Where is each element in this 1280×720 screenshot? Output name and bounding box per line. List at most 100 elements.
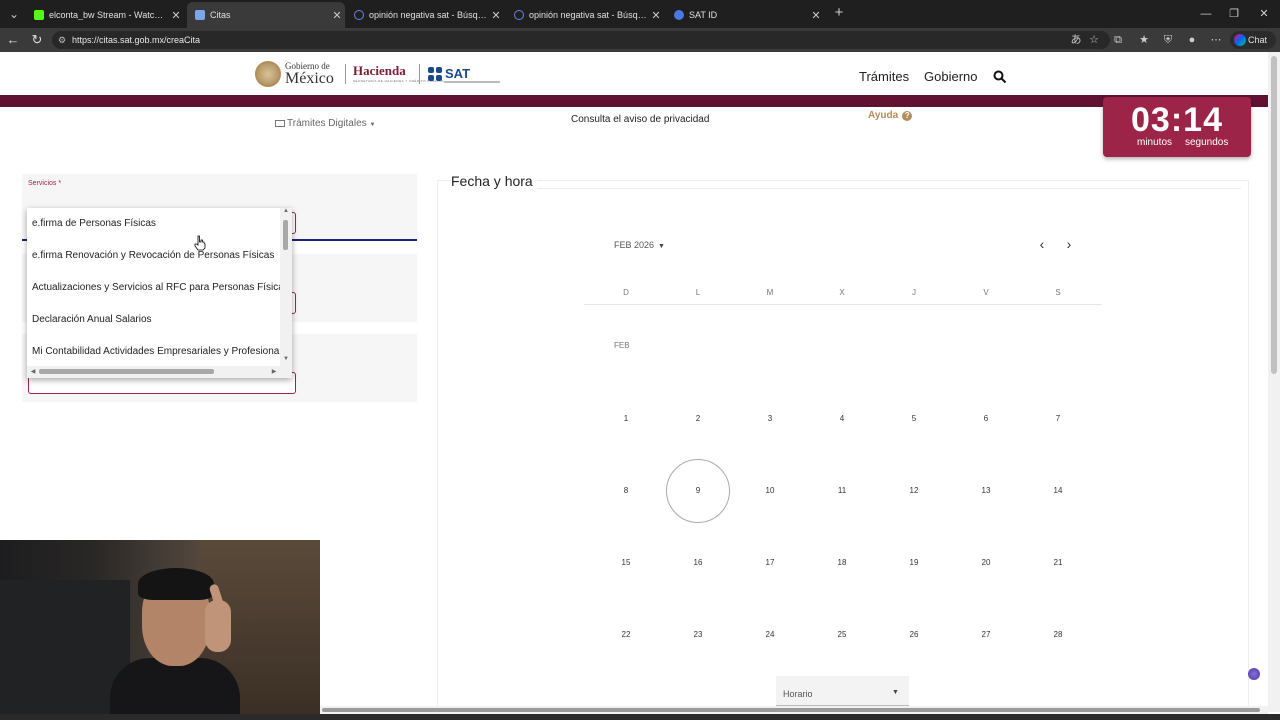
dropdown-option[interactable]: Declaración Anual Salarios <box>32 314 282 325</box>
scrollbar-thumb[interactable] <box>1271 56 1277 374</box>
calendar-day[interactable]: 1 <box>611 414 641 423</box>
monitor-icon <box>275 119 285 127</box>
close-tab-icon[interactable]: ✕ <box>648 9 664 22</box>
calendar-day[interactable]: 16 <box>683 558 713 567</box>
servicios-dropdown-list[interactable]: e.firma de Personas Físicas e.firma Reno… <box>27 208 292 378</box>
reload-icon[interactable]: ↻ <box>28 31 46 49</box>
calendar-day[interactable]: 27 <box>971 630 1001 639</box>
address-bar-row: ← ↻ ⚙ https://citas.sat.gob.mx/creaCita … <box>0 28 1280 52</box>
hacienda-logo[interactable]: Hacienda <box>353 63 406 79</box>
calendar-day[interactable]: 15 <box>611 558 641 567</box>
extensions-icon[interactable]: ⧉ <box>1110 32 1126 48</box>
tab-search-icon[interactable]: ⌄ <box>4 4 24 24</box>
calendar-day[interactable]: 24 <box>755 630 785 639</box>
nav-gobierno[interactable]: Gobierno <box>924 69 977 84</box>
restore-icon[interactable]: ❐ <box>1220 4 1248 24</box>
new-tab-icon[interactable]: + <box>830 4 848 22</box>
session-timer: 03:14 minutos segundos <box>1103 97 1251 157</box>
page-horizontal-scrollbar[interactable] <box>320 706 1268 714</box>
calendar-day[interactable]: 25 <box>827 630 857 639</box>
next-month-icon[interactable]: › <box>1062 236 1076 252</box>
browser-tab-search-2[interactable]: opinión negativa sat - Búsqueda li ✕ <box>506 2 664 28</box>
close-tab-icon[interactable]: ✕ <box>488 9 504 22</box>
shield-icon[interactable]: ⛨ <box>1160 32 1176 48</box>
browser-tab-satid[interactable]: SAT ID ✕ <box>666 2 824 28</box>
search-icon[interactable] <box>993 70 1007 84</box>
calendar-day[interactable]: 17 <box>755 558 785 567</box>
close-tab-icon[interactable]: ✕ <box>808 9 824 22</box>
horario-select[interactable]: Horario ▼ <box>776 676 909 706</box>
browser-tab-citas[interactable]: Citas ✕ <box>187 2 345 28</box>
translate-icon[interactable]: あ <box>1068 32 1084 48</box>
calendar-day[interactable]: 6 <box>971 414 1001 423</box>
scroll-up-icon[interactable]: ▲ <box>280 208 292 214</box>
calendar-day[interactable]: 23 <box>683 630 713 639</box>
weekday-label: V <box>983 288 989 297</box>
calendar-day[interactable]: 13 <box>971 486 1001 495</box>
profile-avatar-icon[interactable]: ● <box>1184 32 1200 48</box>
site-info-icon[interactable]: ⚙ <box>58 31 66 49</box>
calendar-day[interactable]: 4 <box>827 414 857 423</box>
calendar-day[interactable]: 19 <box>899 558 929 567</box>
search-favicon-icon <box>514 10 524 20</box>
fecha-hora-title: Fecha y hora <box>451 173 537 189</box>
help-label: Ayuda <box>868 110 899 121</box>
bookmark-star-icon[interactable]: ☆ <box>1086 32 1102 48</box>
calendar-day[interactable]: 10 <box>755 486 785 495</box>
weekday-label: M <box>766 288 774 297</box>
calendar-day[interactable]: 21 <box>1043 558 1073 567</box>
calendar-day[interactable]: 20 <box>971 558 1001 567</box>
browser-tab-search-1[interactable]: opinión negativa sat - Búsqueda ✕ <box>346 2 504 28</box>
scroll-left-icon[interactable]: ◀ <box>27 366 39 378</box>
calendar-day[interactable]: 7 <box>1043 414 1073 423</box>
close-tab-icon[interactable]: ✕ <box>168 9 184 22</box>
caret-down-icon: ▼ <box>892 689 899 696</box>
scroll-down-icon[interactable]: ▼ <box>280 356 292 362</box>
month-year-selector[interactable]: FEB 2026 ▼ <box>614 240 665 250</box>
tramites-digitales-dropdown[interactable]: Trámites Digitales ▼ <box>275 118 375 129</box>
calendar-day[interactable]: 11 <box>827 486 857 495</box>
calendar-day[interactable]: 18 <box>827 558 857 567</box>
favorites-icon[interactable]: ★ <box>1136 32 1152 48</box>
caret-down-icon: ▼ <box>369 122 376 128</box>
dropdown-vertical-scrollbar[interactable]: ▲ ▼ <box>280 208 292 366</box>
gobierno-mexico-logo[interactable]: Gobierno de México <box>255 61 334 87</box>
help-link[interactable]: Ayuda? <box>868 110 913 121</box>
browser-tab-kick[interactable]: elconta_bw Stream - Watch Live o ✕ <box>26 2 184 28</box>
sat-subtitle-line <box>444 81 500 83</box>
close-tab-icon[interactable]: ✕ <box>329 9 345 22</box>
dropdown-option[interactable]: e.firma de Personas Físicas <box>32 218 282 229</box>
calendar-day[interactable]: 14 <box>1043 486 1073 495</box>
chat-button[interactable]: Chat <box>1230 31 1276 49</box>
scrollbar-thumb[interactable] <box>322 708 1260 712</box>
dropdown-option[interactable]: Mi Contabilidad Actividades Empresariale… <box>32 346 282 357</box>
more-menu-icon[interactable]: ⋯ <box>1208 32 1224 48</box>
minimize-icon[interactable]: — <box>1192 4 1220 24</box>
scroll-right-icon[interactable]: ▶ <box>268 366 280 378</box>
dropdown-horizontal-scrollbar[interactable]: ◀ ▶ <box>27 366 292 378</box>
calendar-day[interactable]: 9 <box>683 486 713 495</box>
calendar-day[interactable]: 3 <box>755 414 785 423</box>
close-window-icon[interactable]: ✕ <box>1250 4 1278 24</box>
webcam-overlay <box>0 540 320 720</box>
calendar-day[interactable]: 22 <box>611 630 641 639</box>
dropdown-option[interactable]: e.firma Renovación y Revocación de Perso… <box>32 250 282 261</box>
scrollbar-thumb[interactable] <box>283 220 288 250</box>
nav-tramites[interactable]: Trámites <box>859 69 909 84</box>
privacy-notice-link[interactable]: Consulta el aviso de privacidad <box>571 114 709 125</box>
url-input[interactable]: ⚙ https://citas.sat.gob.mx/creaCita <box>52 31 1110 49</box>
calendar-day[interactable]: 8 <box>611 486 641 495</box>
dropdown-option[interactable]: Actualizaciones y Servicios al RFC para … <box>32 282 282 293</box>
calendar-day[interactable]: 2 <box>683 414 713 423</box>
calendar-day[interactable]: 5 <box>899 414 929 423</box>
calendar-day[interactable]: 28 <box>1043 630 1073 639</box>
calendar-day[interactable]: 12 <box>899 486 929 495</box>
scrollbar-thumb[interactable] <box>39 369 214 374</box>
assistant-float-icon[interactable] <box>1248 668 1260 680</box>
taskbar-strip <box>0 714 1280 720</box>
previous-month-icon[interactable]: ‹ <box>1035 236 1049 252</box>
calendar-day[interactable]: 26 <box>899 630 929 639</box>
sat-logo[interactable]: SAT <box>428 66 470 81</box>
page-vertical-scrollbar[interactable] <box>1268 52 1280 712</box>
back-icon[interactable]: ← <box>4 31 22 49</box>
